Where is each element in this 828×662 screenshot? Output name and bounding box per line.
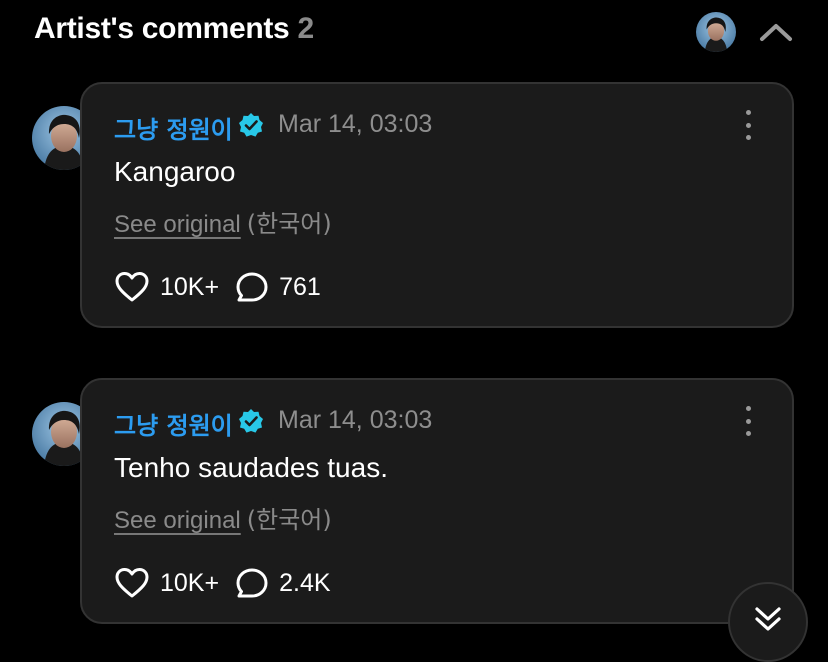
chevron-up-icon xyxy=(760,24,792,41)
comments-header: Artist's comments 2 xyxy=(0,0,828,62)
comment-actions: 10K+ 761 xyxy=(114,270,321,304)
like-count: 10K+ xyxy=(160,272,220,301)
reply-bubble-icon[interactable] xyxy=(235,567,269,599)
original-language: (한국어) xyxy=(246,210,332,238)
reply-bubble-icon[interactable] xyxy=(235,271,269,303)
artist-avatar[interactable] xyxy=(696,12,736,52)
original-language: (한국어) xyxy=(246,506,332,534)
comment-card: 그냥 정원이 Mar 14, 03:03 Kangaroo See origin… xyxy=(80,82,794,328)
verified-badge-icon xyxy=(239,113,263,137)
more-dots-icon xyxy=(745,110,751,115)
heart-icon[interactable] xyxy=(114,567,150,599)
section-title: Artist's comments 2 xyxy=(34,12,314,46)
comment-timestamp: Mar 14, 03:03 xyxy=(278,406,433,434)
more-dots-icon xyxy=(745,406,751,411)
comment-text: Tenho saudades tuas. xyxy=(114,452,388,483)
heart-icon[interactable] xyxy=(114,271,150,303)
double-chevron-down-icon xyxy=(755,607,781,631)
verified-badge-icon xyxy=(239,409,263,433)
comment-count: 2 xyxy=(297,12,314,45)
like-count: 10K+ xyxy=(160,568,220,597)
scroll-down-button[interactable] xyxy=(728,582,808,662)
reply-count: 2.4K xyxy=(279,568,331,597)
comment-card: 그냥 정원이 Mar 14, 03:03 Tenho saudades tuas… xyxy=(80,378,794,624)
comment-text: Kangaroo xyxy=(114,156,236,187)
see-original-link[interactable]: See original xyxy=(114,211,241,238)
comment-timestamp: Mar 14, 03:03 xyxy=(278,110,433,138)
section-title-text: Artist's comments xyxy=(34,12,290,45)
collapse-button[interactable] xyxy=(756,14,796,50)
reply-count: 761 xyxy=(279,272,321,301)
comment-actions: 10K+ 2.4K xyxy=(114,566,331,600)
see-original-link[interactable]: See original xyxy=(114,507,241,534)
more-options-button[interactable] xyxy=(738,110,758,140)
comment-author[interactable]: 그냥 정원이 xyxy=(114,110,233,145)
more-options-button[interactable] xyxy=(738,406,758,436)
translation-row: See original (한국어) xyxy=(114,500,332,535)
comment-author[interactable]: 그냥 정원이 xyxy=(114,406,233,441)
translation-row: See original (한국어) xyxy=(114,204,332,239)
